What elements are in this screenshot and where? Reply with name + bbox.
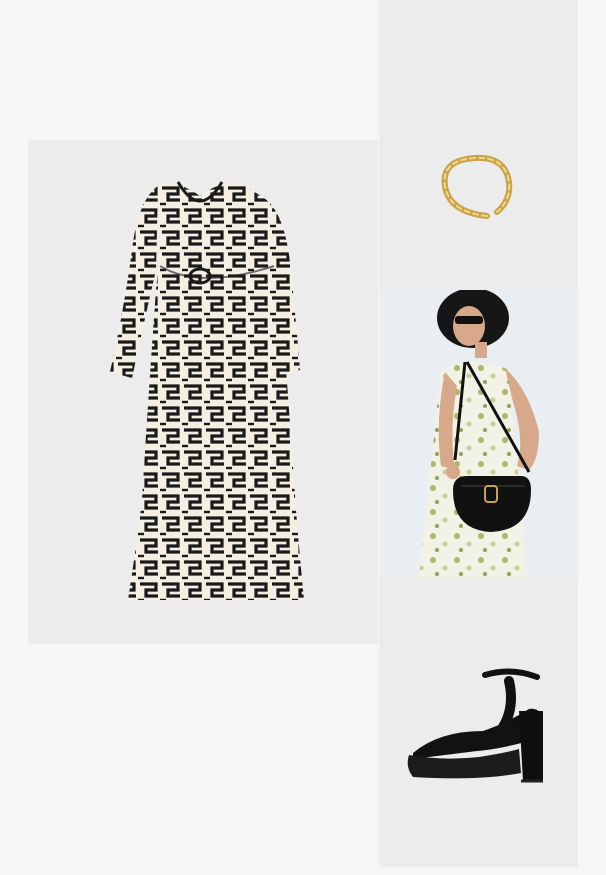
dress-image [28, 140, 378, 644]
ring-image [441, 154, 513, 219]
shoe-image [407, 668, 543, 783]
product-tile-bag[interactable] [379, 290, 578, 577]
bag-model-image [379, 290, 578, 577]
product-tile-ring[interactable] [379, 0, 578, 290]
product-tile-shoe[interactable] [379, 577, 578, 867]
product-tile-dress[interactable] [28, 140, 378, 644]
